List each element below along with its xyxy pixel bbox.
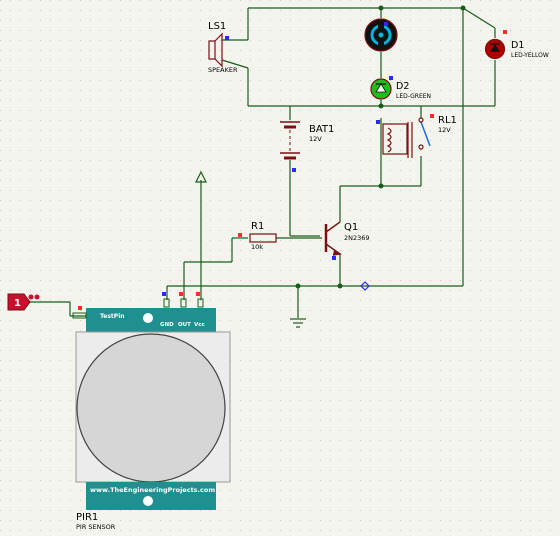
speaker-ref: LS1 bbox=[208, 21, 226, 32]
relay-ref: RL1 bbox=[438, 115, 457, 126]
led-green-ref: D2 bbox=[396, 81, 409, 92]
pin-marker bbox=[503, 30, 507, 34]
resistor-ref: R1 bbox=[251, 221, 264, 232]
led-yellow-ref: D1 bbox=[511, 40, 524, 51]
motor-component[interactable] bbox=[364, 18, 398, 52]
pir-website-text: www.TheEngineeringProjects.com bbox=[90, 486, 215, 494]
led-icon bbox=[370, 78, 392, 100]
led-yellow-value: LED-YELLOW bbox=[511, 52, 549, 59]
pir-pin-gnd-label: GND bbox=[160, 322, 174, 328]
speaker-value: SPEAKER bbox=[208, 66, 238, 74]
pin-marker bbox=[78, 306, 82, 310]
motor-icon bbox=[364, 18, 398, 52]
pir-pin-vcc-label: Vcc bbox=[194, 322, 205, 328]
pin-marker bbox=[332, 256, 336, 260]
resistor-value: 10k bbox=[251, 243, 263, 251]
pin-marker bbox=[162, 292, 166, 296]
pin-marker bbox=[384, 22, 388, 26]
pir-mount-hole bbox=[142, 495, 154, 507]
led-green-value: LED-GREEN bbox=[396, 93, 431, 100]
pin-marker bbox=[34, 294, 40, 300]
schematic-canvas[interactable]: LS1 SPEAKER D1 LED-YELLOW D2 LED-GREEN B… bbox=[0, 0, 560, 536]
relay-value: 12V bbox=[438, 126, 451, 134]
junction-dot bbox=[378, 103, 384, 109]
pin-marker bbox=[28, 294, 34, 300]
pin-marker bbox=[196, 292, 200, 296]
battery-value: 12V bbox=[309, 135, 322, 143]
pir-mount-hole bbox=[142, 312, 154, 324]
junction-dot bbox=[378, 5, 384, 11]
pin-marker bbox=[376, 120, 380, 124]
pin-marker bbox=[179, 292, 183, 296]
junction-dot bbox=[378, 183, 384, 189]
transistor-value: 2N2369 bbox=[344, 234, 370, 242]
junction-dot bbox=[295, 283, 301, 289]
junction-dot bbox=[460, 5, 466, 11]
pin-marker bbox=[292, 168, 296, 172]
pir-sensor-component[interactable]: TestPin GND OUT Vcc www.TheEngineeringPr… bbox=[72, 292, 231, 531]
pir-pin-out-label: OUT bbox=[178, 322, 191, 328]
pir-test-pin-label: TestPin bbox=[100, 313, 125, 320]
input-terminal-label: 1 bbox=[14, 298, 21, 309]
pir-lens bbox=[76, 333, 226, 483]
pin-marker bbox=[430, 114, 434, 118]
pin-marker bbox=[225, 36, 229, 40]
pir-ref: PIR1 bbox=[76, 512, 98, 523]
battery-ref: BAT1 bbox=[309, 124, 334, 135]
pin-marker bbox=[389, 76, 393, 80]
pir-value: PIR SENSOR bbox=[76, 523, 116, 531]
junction-dot bbox=[337, 283, 343, 289]
transistor-ref: Q1 bbox=[344, 222, 358, 233]
led-icon bbox=[484, 38, 506, 60]
pin-marker bbox=[238, 233, 242, 237]
